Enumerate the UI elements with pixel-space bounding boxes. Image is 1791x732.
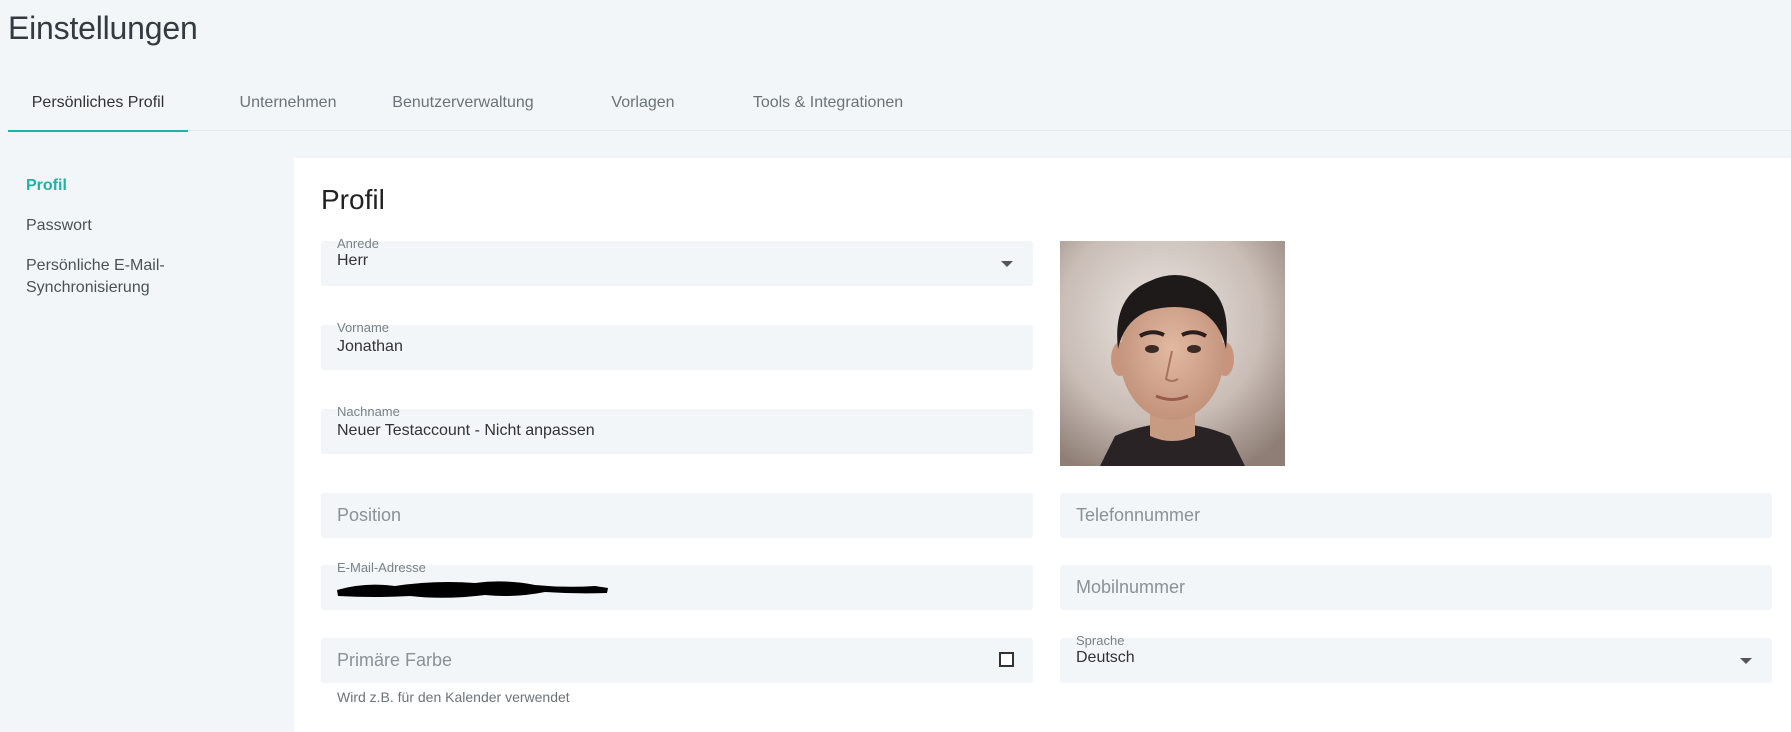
salutation-label: Anrede xyxy=(337,236,379,251)
language-select[interactable]: Sprache Deutsch xyxy=(1060,633,1772,683)
position-field[interactable]: Position xyxy=(321,493,1033,538)
last-name-field[interactable]: Nachname Neuer Testaccount - Nicht anpas… xyxy=(321,404,1033,454)
position-placeholder: Position xyxy=(337,505,402,525)
chevron-down-icon xyxy=(1740,658,1752,664)
email-label: E-Mail-Adresse xyxy=(337,560,426,575)
tab-persoenliches-profil[interactable]: Persönliches Profil xyxy=(8,80,188,132)
sidebar-item-passwort[interactable]: Passwort xyxy=(26,215,266,237)
first-name-field[interactable]: Vorname Jonathan xyxy=(321,320,1033,370)
tab-tools-integrationen[interactable]: Tools & Integrationen xyxy=(738,80,918,130)
chevron-down-icon xyxy=(1001,261,1013,267)
sidebar-nav: Profil Passwort Persönliche E-Mail-Synch… xyxy=(26,175,266,317)
sidebar-item-profil[interactable]: Profil xyxy=(26,175,266,197)
tab-vorlagen[interactable]: Vorlagen xyxy=(593,80,693,130)
mobile-field[interactable]: Mobilnummer xyxy=(1060,565,1772,610)
primary-color-field[interactable]: Primäre Farbe xyxy=(321,638,1033,683)
section-title: Profil xyxy=(321,184,385,215)
mobile-placeholder: Mobilnummer xyxy=(1076,577,1186,597)
primary-color-hint: Wird z.B. für den Kalender verwendet xyxy=(337,689,570,705)
color-swatch-checkbox[interactable] xyxy=(999,652,1014,667)
primary-color-placeholder: Primäre Farbe xyxy=(337,650,453,670)
settings-tabs: Persönliches Profil Unternehmen Benutzer… xyxy=(8,80,1791,132)
language-value: Deutsch xyxy=(1076,649,1135,666)
language-label: Sprache xyxy=(1076,633,1125,648)
phone-placeholder: Telefonnummer xyxy=(1076,505,1201,525)
tab-benutzerverwaltung[interactable]: Benutzerverwaltung xyxy=(378,80,548,130)
email-field[interactable]: E-Mail-Adresse xyxy=(321,560,1033,610)
salutation-select[interactable]: Anrede Herr xyxy=(321,236,1033,286)
tab-unternehmen[interactable]: Unternehmen xyxy=(218,80,358,130)
avatar-image xyxy=(1060,241,1285,466)
last-name-value: Neuer Testaccount - Nicht anpassen xyxy=(337,422,595,439)
profile-photo[interactable] xyxy=(1060,241,1285,466)
salutation-value: Herr xyxy=(337,252,369,269)
profile-panel: Profil Anrede Herr Vorname Jonathan Nach… xyxy=(294,158,1791,732)
first-name-label: Vorname xyxy=(337,320,390,335)
first-name-value: Jonathan xyxy=(337,338,403,355)
phone-field[interactable]: Telefonnummer xyxy=(1060,493,1772,538)
sidebar-item-email-sync[interactable]: Persönliche E-Mail-Synchronisierung xyxy=(26,255,186,299)
redaction-mark xyxy=(337,581,608,598)
page-title: Einstellungen xyxy=(8,10,198,46)
last-name-label: Nachname xyxy=(337,404,400,419)
